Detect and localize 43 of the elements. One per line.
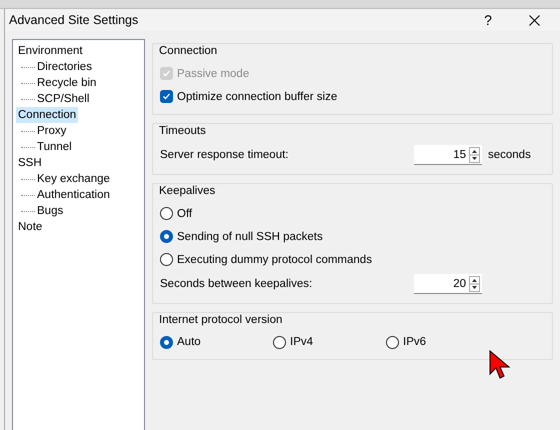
- group-title: Timeouts: [159, 124, 207, 139]
- radio-label: Executing dummy protocol commands: [177, 254, 372, 266]
- radio-button[interactable]: [160, 230, 173, 243]
- radio-button[interactable]: [386, 336, 399, 348]
- checkmark-icon: [162, 69, 171, 78]
- spin-arrows-icon[interactable]: [470, 148, 479, 162]
- tree-item[interactable]: Connection: [16, 107, 78, 123]
- radio-button[interactable]: [160, 207, 173, 220]
- tree-item[interactable]: SCP/Shell: [35, 91, 92, 107]
- number-spinner[interactable]: 20: [414, 274, 482, 294]
- group-title: Connection: [159, 44, 218, 59]
- radio-button[interactable]: [160, 253, 173, 266]
- tree-item[interactable]: Tunnel: [35, 139, 74, 155]
- window-title: Advanced Site Settings: [9, 13, 140, 27]
- tree-item[interactable]: SSH: [16, 155, 44, 171]
- group-title: Internet protocol version: [159, 313, 284, 328]
- radio-button[interactable]: [160, 336, 173, 348]
- spin-arrows-icon[interactable]: [470, 276, 479, 290]
- group-title: Keepalives: [159, 184, 216, 199]
- tree-item[interactable]: Environment: [16, 43, 85, 59]
- checkbox[interactable]: [160, 90, 173, 103]
- checkbox-label: Optimize connection buffer size: [177, 90, 338, 102]
- radio-label: Sending of null SSH packets: [177, 230, 323, 242]
- radio-label: Off: [177, 208, 192, 220]
- tree-item[interactable]: Directories: [35, 59, 94, 75]
- tree-item[interactable]: Authentication: [35, 187, 112, 203]
- field-label: Server response timeout:: [160, 149, 290, 161]
- checkmark-icon: [162, 92, 171, 101]
- help-button[interactable]: ?: [473, 12, 503, 28]
- tree-item[interactable]: Proxy: [35, 123, 68, 139]
- tree-item[interactable]: Note: [16, 219, 44, 235]
- radio-label: IPv6: [403, 336, 426, 348]
- close-icon: [529, 14, 540, 26]
- checkbox-label: Passive mode: [177, 68, 250, 80]
- radio-label: IPv4: [290, 336, 314, 348]
- tree-item[interactable]: Key exchange: [35, 171, 112, 187]
- tree-item[interactable]: Bugs: [35, 203, 66, 219]
- number-spinner[interactable]: 15: [414, 145, 482, 165]
- field-label: Seconds between keepalives:: [160, 278, 314, 290]
- unit-label: seconds: [488, 149, 531, 161]
- tree-item[interactable]: Recycle bin: [35, 75, 98, 91]
- radio-label: Auto: [177, 336, 201, 348]
- radio-button[interactable]: [273, 336, 286, 348]
